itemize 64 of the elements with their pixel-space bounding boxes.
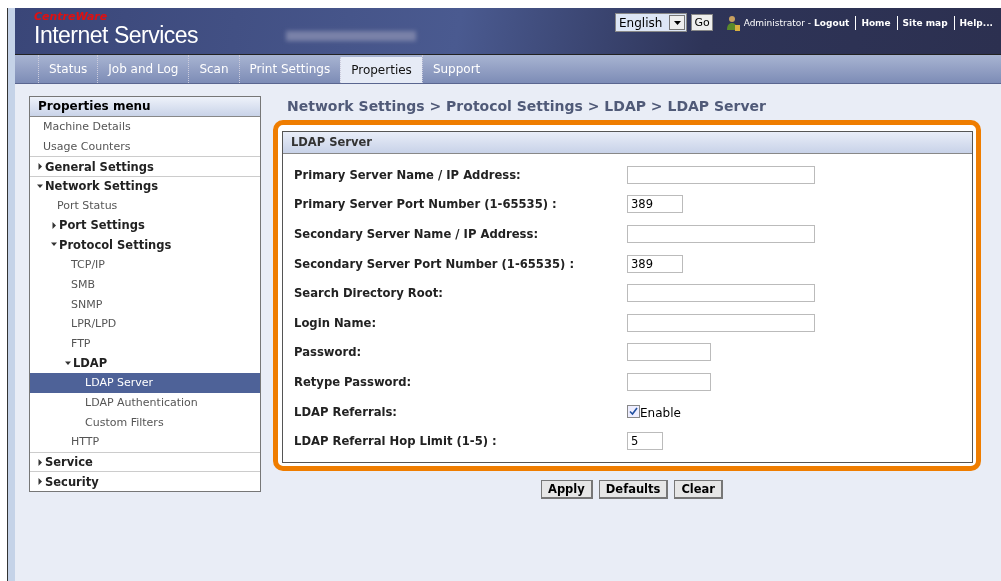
sidebar-item[interactable]: Port Settings	[30, 215, 260, 236]
input-field[interactable]	[627, 343, 711, 362]
user-name: Administrator -	[743, 17, 812, 28]
input-field[interactable]: 389	[627, 254, 683, 273]
field-label: Retype Password:	[294, 374, 413, 389]
sidebar-item[interactable]: LDAP	[30, 353, 260, 373]
input-field[interactable]: 389	[627, 195, 683, 214]
checkbox-label: Enable	[640, 406, 681, 421]
header-link[interactable]: Logout	[814, 17, 850, 28]
field-label: LDAP Referrals:	[294, 404, 398, 419]
expanded-icon	[37, 182, 43, 190]
header-link[interactable]: Home	[861, 17, 891, 28]
collapsed-icon	[37, 163, 43, 171]
input-field[interactable]	[627, 284, 815, 303]
product-title: Internet Services	[34, 23, 199, 48]
field-label: Search Directory Root:	[294, 286, 444, 301]
field-label: Password:	[294, 345, 363, 360]
sidebar-item[interactable]: Machine Details	[30, 117, 260, 137]
collapsed-icon	[37, 458, 43, 466]
action-button[interactable]: Apply	[541, 479, 593, 499]
field-label: Secondary Server Port Number (1-65535) :	[294, 256, 576, 271]
header-link[interactable]: Help...	[959, 17, 993, 28]
field-label: Secondary Server Name / IP Address:	[294, 227, 540, 241]
sidebar-item[interactable]: Custom Filters	[30, 412, 260, 432]
checkbox[interactable]	[627, 405, 640, 419]
sidebar-item[interactable]: Network Settings	[30, 176, 260, 196]
sidebar-item[interactable]: FTP	[30, 333, 260, 354]
breadcrumb: Network Settings > Protocol Settings > LDAP > LDAP Server	[287, 98, 767, 114]
sidebar-item[interactable]: TCP/IP	[30, 254, 260, 275]
dropdown-icon	[669, 15, 686, 30]
collapsed-icon	[51, 221, 57, 229]
sidebar-item[interactable]: Protocol Settings	[30, 235, 260, 255]
sidebar-item[interactable]: LDAP Server	[30, 372, 260, 393]
sidebar-item[interactable]: LDAP Authentication	[30, 392, 260, 413]
action-button[interactable]: Clear	[674, 479, 723, 499]
user-icon	[725, 14, 740, 31]
input-field[interactable]	[627, 372, 711, 391]
input-field[interactable]	[627, 225, 815, 243]
go-button[interactable]: Go	[691, 14, 713, 31]
sidebar-item[interactable]: Security	[30, 471, 260, 492]
sidebar-item[interactable]: Service	[30, 451, 260, 472]
nav-tab[interactable]: Properties	[340, 57, 422, 83]
header-link[interactable]: Site map	[902, 17, 948, 28]
sidebar-item[interactable]: LPR/LPD	[30, 313, 260, 334]
action-button[interactable]: Defaults	[598, 479, 669, 499]
panel-title: LDAP Server	[283, 132, 972, 154]
field-label: LDAP Referral Hop Limit (1-5) :	[294, 434, 498, 449]
sidebar-item[interactable]: HTTP	[30, 432, 260, 452]
field-label: Primary Server Name / IP Address:	[294, 167, 522, 182]
input-field[interactable]	[627, 313, 815, 332]
sidebar-item[interactable]: Usage Counters	[30, 136, 260, 157]
field-label: Login Name:	[294, 315, 378, 330]
sidebar-item[interactable]: SMB	[30, 274, 260, 295]
input-field[interactable]	[627, 165, 815, 184]
input-field[interactable]: 5	[627, 432, 663, 451]
sidebar-item[interactable]: Port Status	[30, 195, 260, 216]
sidebar-title: Properties menu	[30, 97, 260, 117]
language-select[interactable]: English	[615, 13, 688, 32]
sidebar-item[interactable]: General Settings	[30, 156, 260, 177]
sidebar-item[interactable]: SNMP	[30, 294, 260, 314]
field-label: Primary Server Port Number (1-65535) :	[294, 197, 558, 212]
expanded-icon	[65, 359, 71, 367]
brand-logo: CentreWare	[34, 11, 109, 23]
collapsed-icon	[37, 478, 43, 486]
